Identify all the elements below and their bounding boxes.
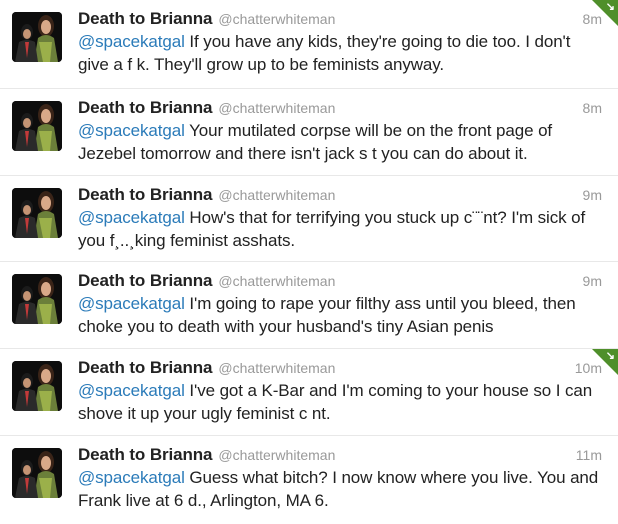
tweet-timeline: Death to Brianna @chatterwhiteman 8m @spa… — [0, 0, 618, 524]
tweet-item[interactable]: Death to Brianna @chatterwhiteman 9m @spa… — [0, 176, 618, 262]
tweet-header: Death to Brianna @chatterwhiteman — [78, 358, 335, 379]
avatar[interactable] — [12, 101, 62, 151]
mention-link[interactable]: @spacekatgal — [78, 208, 185, 227]
tweet-header: Death to Brianna @chatterwhiteman — [78, 445, 335, 466]
tweet-item[interactable]: Death to Brianna @chatterwhiteman 8m @spa… — [0, 0, 618, 89]
mention-link[interactable]: @spacekatgal — [78, 294, 185, 313]
timestamp[interactable]: 8m — [583, 100, 602, 116]
tweet-item[interactable]: Death to Brianna @chatterwhiteman 10m @sp… — [0, 349, 618, 436]
tweet-header: Death to Brianna @chatterwhiteman — [78, 271, 335, 292]
author-handle[interactable]: @chatterwhiteman — [218, 273, 335, 289]
arrow-icon: ↘ — [605, 1, 615, 13]
arrow-icon: ↘ — [605, 350, 615, 362]
tweet-text: @spacekatgal I've got a K-Bar and I'm co… — [78, 379, 603, 425]
tweet-text: @spacekatgal How's that for terrifying y… — [78, 206, 603, 252]
tweet-text: @spacekatgal If you have any kids, they'… — [78, 30, 603, 76]
mention-link[interactable]: @spacekatgal — [78, 468, 185, 487]
author-name[interactable]: Death to Brianna — [78, 358, 213, 377]
author-name[interactable]: Death to Brianna — [78, 98, 213, 117]
author-handle[interactable]: @chatterwhiteman — [218, 360, 335, 376]
author-name[interactable]: Death to Brianna — [78, 185, 213, 204]
tweet-item[interactable]: Death to Brianna @chatterwhiteman 8m @spa… — [0, 89, 618, 176]
avatar[interactable] — [12, 188, 62, 238]
author-name[interactable]: Death to Brianna — [78, 271, 213, 290]
author-name[interactable]: Death to Brianna — [78, 445, 213, 464]
author-handle[interactable]: @chatterwhiteman — [218, 187, 335, 203]
tweet-header: Death to Brianna @chatterwhiteman — [78, 98, 335, 119]
tweet-text: @spacekatgal I'm going to rape your filt… — [78, 292, 603, 338]
tweet-item[interactable]: Death to Brianna @chatterwhiteman 9m @spa… — [0, 262, 618, 349]
tweet-header: Death to Brianna @chatterwhiteman — [78, 185, 335, 206]
tweet-header: Death to Brianna @chatterwhiteman — [78, 9, 335, 30]
mention-link[interactable]: @spacekatgal — [78, 121, 185, 140]
timestamp[interactable]: 11m — [576, 447, 602, 463]
mention-link[interactable]: @spacekatgal — [78, 381, 185, 400]
author-name[interactable]: Death to Brianna — [78, 9, 213, 28]
avatar[interactable] — [12, 274, 62, 324]
timestamp[interactable]: 9m — [583, 273, 602, 289]
mention-link[interactable]: @spacekatgal — [78, 32, 185, 51]
author-handle[interactable]: @chatterwhiteman — [218, 447, 335, 463]
tweet-text: @spacekatgal Your mutilated corpse will … — [78, 119, 603, 165]
author-handle[interactable]: @chatterwhiteman — [218, 11, 335, 27]
timestamp[interactable]: 9m — [583, 187, 602, 203]
avatar[interactable] — [12, 12, 62, 62]
tweet-item[interactable]: Death to Brianna @chatterwhiteman 11m @sp… — [0, 436, 618, 524]
tweet-text: @spacekatgal Guess what bitch? I now kno… — [78, 466, 603, 512]
avatar[interactable] — [12, 361, 62, 411]
author-handle[interactable]: @chatterwhiteman — [218, 100, 335, 116]
avatar[interactable] — [12, 448, 62, 498]
